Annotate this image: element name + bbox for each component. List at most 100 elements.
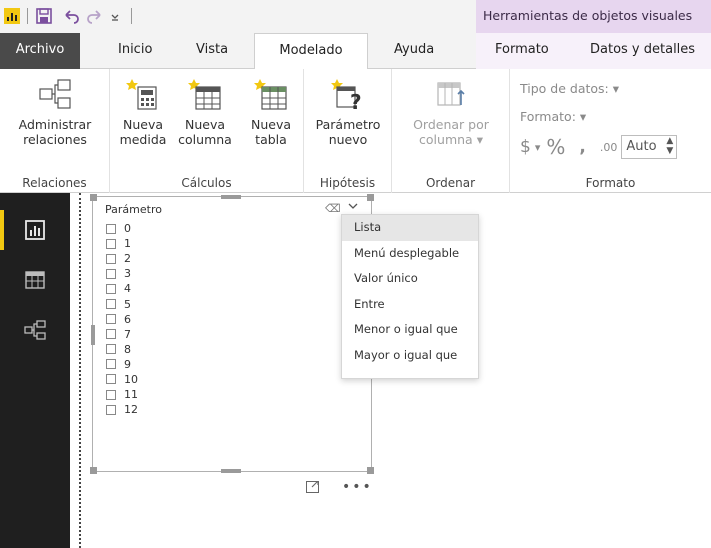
spinner-icon[interactable]: ▲ ▼ bbox=[666, 136, 673, 156]
checkbox[interactable] bbox=[106, 359, 116, 370]
checkbox[interactable] bbox=[106, 238, 116, 249]
save-icon[interactable] bbox=[35, 7, 53, 25]
svg-text:?: ? bbox=[350, 90, 362, 111]
checkbox[interactable] bbox=[106, 329, 116, 340]
resize-handle[interactable] bbox=[91, 325, 95, 345]
chevron-down-icon[interactable] bbox=[346, 200, 360, 212]
slicer-item[interactable]: 4 bbox=[106, 281, 138, 296]
slicer-item[interactable]: 9 bbox=[106, 357, 138, 372]
slicer-item[interactable]: 0 bbox=[106, 221, 138, 236]
slicer-item[interactable]: 3 bbox=[106, 266, 138, 281]
slicer-item[interactable]: 1 bbox=[106, 236, 138, 251]
group-label-formatting: Formato bbox=[585, 176, 636, 190]
parameter-icon: ? bbox=[331, 77, 365, 114]
slicer-item[interactable]: 11 bbox=[106, 387, 138, 402]
dropdown-option-between[interactable]: Entre bbox=[342, 292, 478, 318]
nav-report-view[interactable] bbox=[0, 205, 70, 255]
tab-help[interactable]: Ayuda bbox=[384, 33, 444, 69]
tab-home[interactable]: Inicio bbox=[108, 33, 162, 69]
checkbox[interactable] bbox=[106, 314, 116, 325]
focus-mode-icon[interactable] bbox=[306, 481, 319, 493]
number-format-row: $ ▾ % , .00 Auto ▲ ▼ bbox=[520, 135, 678, 159]
comma-button[interactable]: , bbox=[579, 137, 585, 157]
group-formatting: Tipo de datos: ▾ Formato: ▾ $ ▾ % , .00 … bbox=[510, 69, 711, 193]
nav-model-view[interactable] bbox=[0, 305, 70, 355]
resize-handle[interactable] bbox=[367, 467, 374, 474]
data-view-icon bbox=[25, 271, 45, 289]
dropdown-option-list[interactable]: Lista bbox=[342, 215, 478, 241]
ribbon: Administrar relaciones Relaciones Nueva … bbox=[0, 69, 711, 193]
slicer-item[interactable]: 12 bbox=[106, 402, 138, 417]
tab-file[interactable]: Archivo bbox=[0, 33, 80, 69]
checkbox[interactable] bbox=[106, 374, 116, 385]
slicer-item[interactable]: 5 bbox=[106, 296, 138, 311]
resize-handle[interactable] bbox=[90, 467, 97, 474]
tab-view[interactable]: Vista bbox=[186, 33, 238, 69]
new-table-button[interactable]: Nueva tabla bbox=[246, 77, 296, 147]
contextual-tools-title: Herramientas de objetos visuales bbox=[476, 0, 711, 33]
checkbox[interactable] bbox=[106, 299, 116, 310]
dropdown-option-dropdown[interactable]: Menú desplegable bbox=[342, 241, 478, 267]
dropdown-option-single-value[interactable]: Valor único bbox=[342, 266, 478, 292]
resize-handle[interactable] bbox=[221, 469, 241, 473]
left-nav bbox=[0, 193, 70, 548]
slicer-item[interactable]: 10 bbox=[106, 372, 138, 387]
data-type-dropdown[interactable]: Tipo de datos: ▾ bbox=[520, 81, 619, 96]
resize-handle[interactable] bbox=[367, 194, 374, 201]
group-calculations: Nueva medida Nueva columna Nueva tabla C… bbox=[110, 69, 304, 193]
slicer-item[interactable]: 8 bbox=[106, 342, 138, 357]
manage-relationships-button[interactable]: Administrar relaciones bbox=[6, 77, 104, 147]
percent-button[interactable]: % bbox=[546, 135, 565, 159]
redo-icon[interactable] bbox=[86, 7, 104, 25]
slicer-item[interactable]: 7 bbox=[106, 327, 138, 342]
nav-data-view[interactable] bbox=[0, 255, 70, 305]
model-view-icon bbox=[24, 320, 46, 340]
new-column-button[interactable]: Nueva columna bbox=[176, 77, 234, 147]
report-view-icon bbox=[25, 220, 45, 240]
slicer-item[interactable]: 2 bbox=[106, 251, 138, 266]
checkbox[interactable] bbox=[106, 268, 116, 279]
checkbox[interactable] bbox=[106, 283, 116, 294]
sort-by-column-button[interactable]: Ordenar por columna ▾ bbox=[400, 77, 502, 147]
tab-format[interactable]: Formato bbox=[485, 33, 559, 69]
format-dropdown[interactable]: Formato: ▾ bbox=[520, 109, 586, 124]
checkbox[interactable] bbox=[106, 253, 116, 264]
more-options-icon[interactable]: ••• bbox=[342, 479, 373, 495]
checkbox[interactable] bbox=[106, 344, 116, 355]
new-table-icon bbox=[254, 77, 288, 111]
canvas-boundary bbox=[79, 193, 81, 548]
quick-access-toolbar bbox=[4, 6, 139, 26]
clear-selection-icon[interactable]: ⌫ bbox=[325, 202, 341, 215]
resize-handle[interactable] bbox=[221, 195, 241, 199]
decimal-places-input[interactable]: Auto ▲ ▼ bbox=[621, 135, 678, 159]
slicer-item[interactable]: 6 bbox=[106, 312, 138, 327]
slicer-list: 0 1 2 3 4 5 6 7 8 9 10 11 12 bbox=[106, 221, 138, 417]
slicer-title: Parámetro bbox=[105, 203, 162, 216]
separator bbox=[27, 8, 28, 24]
dropdown-option-greater-equal[interactable]: Mayor o igual que bbox=[342, 343, 478, 369]
group-sort: Ordenar por columna ▾ Ordenar bbox=[392, 69, 510, 193]
relationships-icon bbox=[38, 77, 72, 111]
group-whatif: ? Parámetro nuevo Hipótesis bbox=[304, 69, 392, 193]
currency-button[interactable]: $ bbox=[520, 137, 531, 157]
new-parameter-button[interactable]: ? Parámetro nuevo bbox=[312, 77, 384, 147]
calculator-icon bbox=[126, 77, 160, 111]
ribbon-tabs: Archivo Inicio Vista Modelado Ayuda Form… bbox=[0, 33, 711, 70]
decimal-places-icon[interactable]: .00 bbox=[600, 141, 618, 154]
slicer-visual[interactable]: Parámetro ⌫ 0 1 2 3 4 5 6 7 8 9 10 11 12 bbox=[90, 194, 374, 474]
group-label-calculations: Cálculos bbox=[181, 176, 232, 190]
checkbox[interactable] bbox=[106, 404, 116, 415]
currency-dropdown-icon[interactable]: ▾ bbox=[535, 141, 541, 154]
undo-icon[interactable] bbox=[62, 7, 80, 25]
tab-data-details[interactable]: Datos y detalles bbox=[580, 33, 705, 69]
new-measure-button[interactable]: Nueva medida bbox=[118, 77, 168, 147]
customize-toolbar-icon[interactable] bbox=[110, 7, 120, 25]
dropdown-option-less-equal[interactable]: Menor o igual que bbox=[342, 317, 478, 343]
checkbox[interactable] bbox=[106, 223, 116, 234]
new-column-icon bbox=[188, 77, 222, 111]
checkbox[interactable] bbox=[106, 389, 116, 400]
slicer-type-dropdown: Lista Menú desplegable Valor único Entre… bbox=[341, 214, 479, 379]
resize-handle[interactable] bbox=[90, 194, 97, 201]
powerbi-logo-icon bbox=[4, 8, 20, 24]
tab-modeling[interactable]: Modelado bbox=[254, 33, 368, 70]
